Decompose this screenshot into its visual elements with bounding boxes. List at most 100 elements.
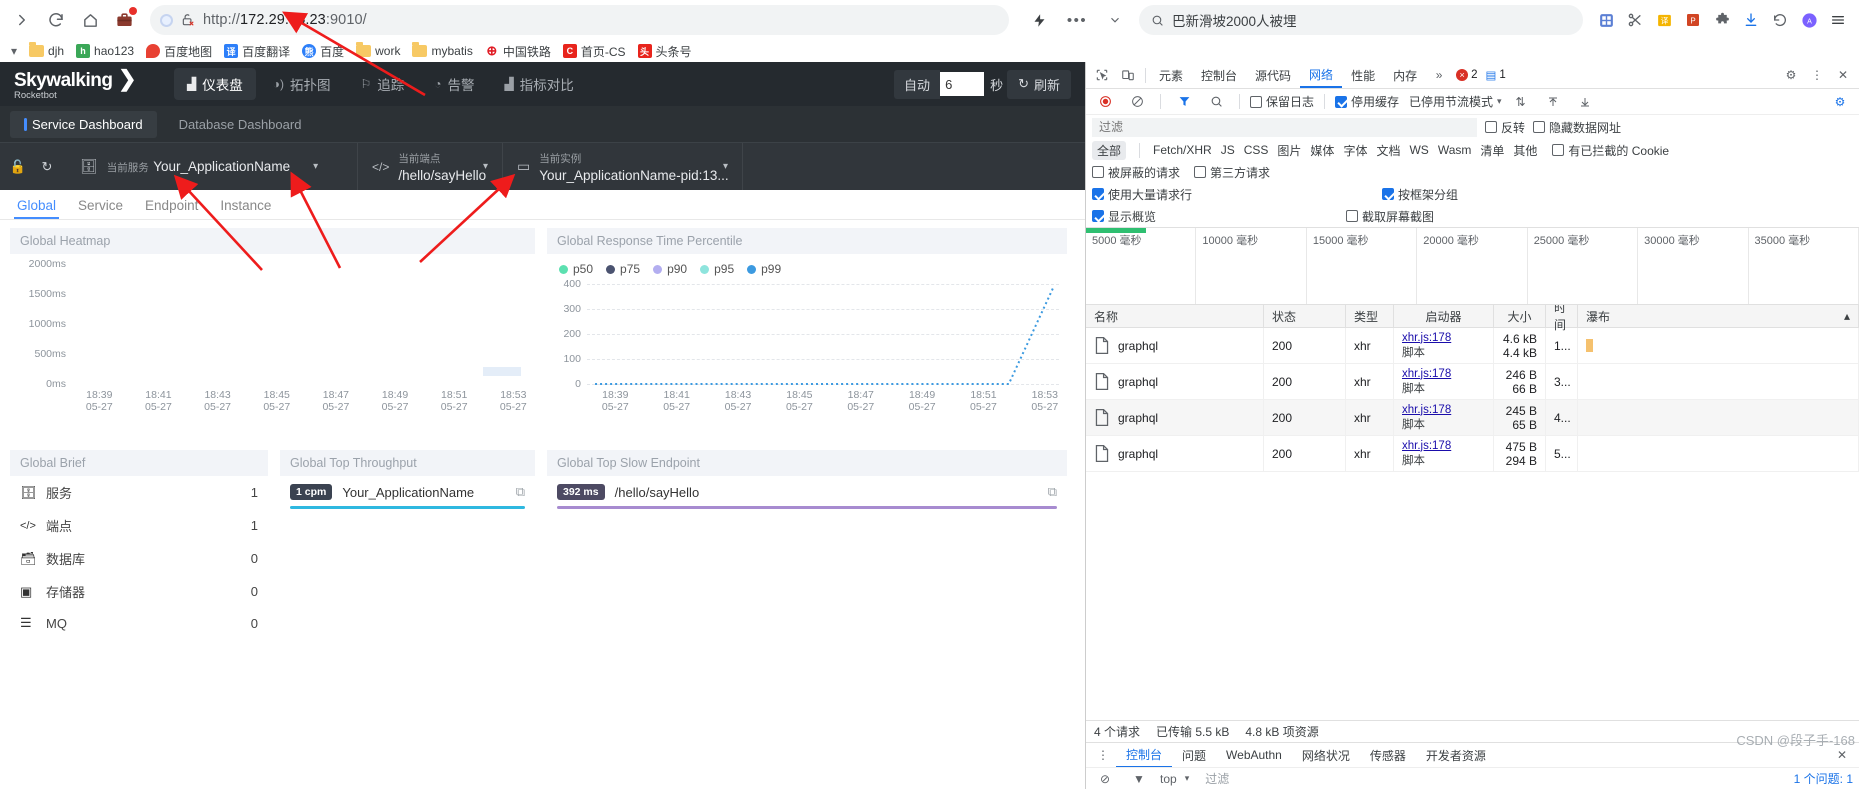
reload-icon[interactable] — [42, 6, 70, 34]
clear-console-icon[interactable]: ⊘ — [1092, 767, 1118, 789]
network-overview[interactable]: 5000 毫秒 10000 毫秒 15000 毫秒 20000 毫秒 25000… — [1086, 227, 1859, 305]
undo-icon[interactable] — [1767, 7, 1793, 33]
group-by-frame-checkbox[interactable]: 按框架分组 — [1382, 186, 1458, 203]
initiator-link[interactable]: xhr.js:178 — [1402, 368, 1451, 380]
nav-item-alarm[interactable]: ◔ 告警 — [421, 68, 487, 100]
selector-service[interactable]: 🗄 当前服务 Your_ApplicationName ▾ — [66, 143, 358, 190]
cell-name[interactable]: graphql — [1086, 363, 1264, 400]
chevron-down-icon[interactable]: ▾ — [483, 161, 488, 172]
clear-icon[interactable] — [1124, 90, 1150, 114]
column-header-waterfall[interactable]: 瀑布 ▴ — [1578, 305, 1859, 328]
column-header-status[interactable]: 状态 — [1264, 305, 1346, 328]
puzzle-icon[interactable] — [1709, 7, 1735, 33]
gear-icon[interactable]: ⚙ — [1827, 90, 1853, 114]
device-toolbar-icon[interactable] — [1115, 63, 1141, 87]
devtools-tab-network[interactable]: 网络 — [1300, 62, 1343, 88]
more-icon[interactable]: ••• — [1063, 6, 1091, 34]
type-filter-fetch-xhr[interactable]: Fetch/XHR — [1153, 143, 1212, 157]
tab-service[interactable]: Service — [67, 195, 134, 219]
capture-screenshots-checkbox[interactable]: 截取屏幕截图 — [1346, 208, 1434, 225]
throttling-select[interactable]: 已停用节流模式 ▾ — [1409, 93, 1502, 110]
warning-count-badge[interactable]: ▤ 1 — [1486, 68, 1506, 82]
throughput-item[interactable]: 1 cpm Your_ApplicationName ⧉ — [280, 476, 535, 502]
console-issue-count[interactable]: 1 个问题: 1 — [1794, 770, 1853, 787]
chevron-down-icon[interactable]: ▾ — [313, 161, 318, 172]
type-filter-ws[interactable]: WS — [1409, 143, 1428, 157]
hide-data-urls-checkbox[interactable]: 隐藏数据网址 — [1533, 119, 1621, 136]
type-filter-img[interactable]: 图片 — [1277, 142, 1301, 159]
filter-input[interactable] — [1092, 117, 1477, 137]
column-header-initiator[interactable]: 启动器 — [1394, 305, 1494, 328]
record-icon[interactable] — [1092, 90, 1118, 114]
translate-icon[interactable]: 译 — [1651, 7, 1677, 33]
column-header-time[interactable]: 时间 — [1546, 305, 1578, 332]
chevron-down-icon[interactable] — [1101, 6, 1129, 34]
legend-item-p50[interactable]: p50 — [559, 262, 593, 276]
address-bar[interactable]: http://172.29.35.23:9010/ — [150, 5, 1009, 35]
drawer-tab-developer-resources[interactable]: 开发者资源 — [1416, 744, 1496, 767]
preserve-log-checkbox[interactable]: 保留日志 — [1250, 93, 1314, 110]
blocked-cookies-checkbox[interactable]: 有已拦截的 Cookie — [1552, 142, 1669, 159]
slow-endpoint-item[interactable]: 392 ms /hello/sayHello ⧉ — [547, 476, 1067, 502]
tab-database-dashboard[interactable]: Database Dashboard — [165, 111, 316, 138]
nav-item-compare[interactable]: ▟ 指标对比 — [492, 68, 587, 100]
blocked-requests-checkbox[interactable]: 被屏蔽的请求 — [1092, 164, 1180, 181]
refresh-button[interactable]: ↻ 刷新 — [1007, 69, 1071, 99]
drawer-tab-webauthn[interactable]: WebAuthn — [1216, 745, 1292, 765]
import-icon[interactable] — [1540, 90, 1566, 114]
drawer-tab-sensors[interactable]: 传感器 — [1360, 744, 1416, 767]
filter-icon[interactable] — [1171, 90, 1197, 114]
table-row[interactable]: graphql 200 xhr xhr.js:178 脚本 246 B 66 B… — [1086, 363, 1859, 400]
devtools-tab-console[interactable]: 控制台 — [1192, 62, 1246, 88]
bookmark-item-toutiao[interactable]: 头 头条号 — [633, 41, 697, 62]
type-filter-other[interactable]: 其他 — [1513, 142, 1537, 159]
bookmark-item-djh[interactable]: djh — [24, 42, 69, 60]
bookmark-item-csdn[interactable]: C 首页-CS — [558, 41, 631, 62]
auto-refresh-button[interactable]: 自动 — [894, 69, 941, 99]
tab-service-dashboard[interactable]: Service Dashboard — [10, 110, 157, 138]
drawer-tab-network-conditions[interactable]: 网络状况 — [1292, 744, 1360, 767]
column-header-name[interactable]: 名称 — [1086, 305, 1264, 328]
extension-grid-icon[interactable] — [1593, 7, 1619, 33]
cell-name[interactable]: graphql — [1086, 399, 1264, 436]
copy-icon[interactable]: ⧉ — [1048, 484, 1057, 500]
disable-cache-checkbox[interactable]: 停用缓存 — [1335, 93, 1399, 110]
forward-icon[interactable] — [8, 6, 36, 34]
search-icon[interactable] — [1203, 90, 1229, 114]
bookmark-item-mybatis[interactable]: mybatis — [407, 42, 477, 60]
devtools-tab-performance[interactable]: 性能 — [1342, 62, 1384, 88]
lock-icon[interactable]: 🔓 — [4, 159, 32, 175]
type-filter-all[interactable]: 全部 — [1092, 140, 1127, 160]
export-icon[interactable] — [1572, 90, 1598, 114]
nav-item-topology[interactable]: ◑) 拓扑图 — [260, 68, 344, 100]
legend-item-p75[interactable]: p75 — [606, 262, 640, 276]
show-overview-checkbox[interactable]: 显示概览 — [1092, 208, 1156, 225]
invert-checkbox[interactable]: 反转 — [1485, 119, 1525, 136]
initiator-link[interactable]: xhr.js:178 — [1402, 440, 1451, 452]
legend-item-p99[interactable]: p99 — [747, 262, 781, 276]
briefcase-icon[interactable] — [110, 6, 138, 34]
drawer-tab-issues[interactable]: 问题 — [1172, 744, 1216, 767]
console-filter-icon[interactable]: ▼ — [1126, 767, 1152, 789]
type-filter-manifest[interactable]: 清单 — [1480, 142, 1504, 159]
legend-item-p90[interactable]: p90 — [653, 262, 687, 276]
type-filter-font[interactable]: 字体 — [1343, 142, 1367, 159]
skywalking-logo[interactable]: Skywalking ❯ Rocketbot — [14, 67, 137, 101]
powerpoint-icon[interactable]: P — [1680, 7, 1706, 33]
console-filter-input[interactable]: 过滤 — [1205, 770, 1229, 787]
bookmark-item-hao123[interactable]: h hao123 — [71, 42, 139, 60]
tab-global[interactable]: Global — [6, 195, 67, 219]
menu-icon[interactable] — [1825, 7, 1851, 33]
reload-icon[interactable]: ↻ — [33, 159, 61, 175]
table-row[interactable]: graphql 200 xhr xhr.js:178 脚本 245 B 65 B… — [1086, 399, 1859, 436]
search-box[interactable]: 巴新滑坡2000人被埋 — [1139, 5, 1583, 35]
scissors-icon[interactable] — [1622, 7, 1648, 33]
selector-instance[interactable]: ▭ 当前实例 Your_ApplicationName-pid:13... ▾ — [503, 143, 743, 190]
type-filter-media[interactable]: 媒体 — [1310, 142, 1334, 159]
devtools-tab-sources[interactable]: 源代码 — [1246, 62, 1300, 88]
table-row[interactable]: graphql 200 xhr xhr.js:178 脚本 475 B 294 … — [1086, 435, 1859, 472]
download-icon[interactable] — [1738, 7, 1764, 33]
type-filter-doc[interactable]: 文档 — [1376, 142, 1400, 159]
search-input[interactable]: 巴新滑坡2000人被埋 — [1172, 10, 1297, 30]
flash-icon[interactable] — [1025, 6, 1053, 34]
